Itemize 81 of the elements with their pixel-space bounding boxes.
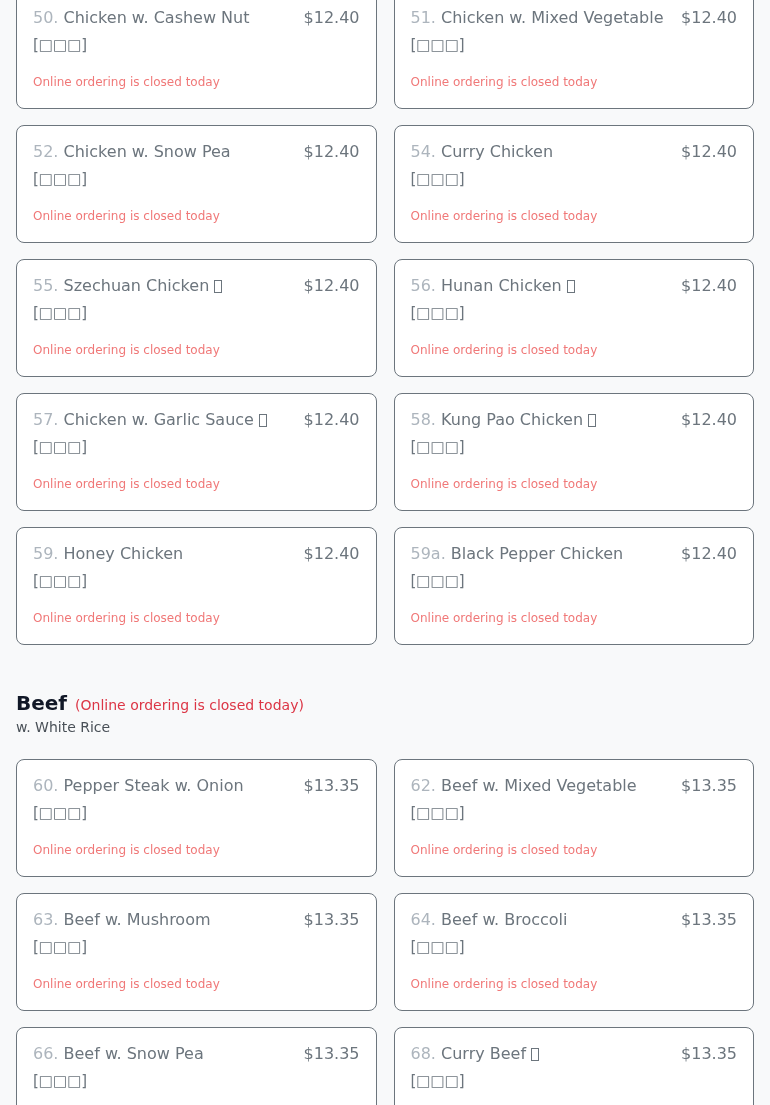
menu-item-card[interactable]: 55. Szechuan Chicken $12.40 [□□□] Online ordering is closed today [16, 259, 377, 377]
ordering-closed-note: (Online ordering is closed today) [75, 697, 304, 713]
dish-price: $13.35 [681, 776, 737, 796]
dish-name: 62. Beef w. Mixed Vegetable [410, 776, 637, 796]
menu-item-card[interactable]: 54. Curry Chicken $12.40 [□□□] Online ordering is closed today [393, 125, 754, 243]
dish-price: $12.40 [303, 544, 360, 564]
chinese-dish-name: [□□□] [410, 571, 465, 591]
menu-item-card[interactable]: 58. Kung Pao Chicken $12.40 [□□□] Online ordering is closed today [393, 393, 754, 511]
dish-name: 57. Chicken w. Garlic Sauce [33, 410, 254, 430]
dish-price: $12.40 [303, 142, 360, 162]
dish-price: $12.40 [681, 410, 737, 430]
menu-item-card[interactable]: 56. Hunan Chicken $12.40 [□□□] Online ordering is closed today [393, 259, 754, 377]
menu-item-card[interactable]: 52. Chicken w. Snow Pea $12.40 [□□□] Online ordering is closed today [16, 125, 377, 243]
dish-name: 51. Chicken w. Mixed Vegetable [410, 8, 664, 28]
ordering-closed-notice: Online ordering is closed today [33, 343, 220, 357]
chinese-dish-name: [□□□] [33, 35, 88, 55]
menu-item-card[interactable]: 50. Chicken w. Cashew Nut $12.40 [□□□] Online ordering is closed today [16, 0, 377, 109]
ordering-closed-notice: Online ordering is closed today [410, 977, 598, 991]
dish-price: $12.40 [303, 410, 360, 430]
dish-name: 56. Hunan Chicken [410, 276, 562, 296]
dish-name: 50. Chicken w. Cashew Nut [33, 8, 250, 28]
dish-name: 63. Beef w. Mushroom [33, 910, 211, 930]
menu-item-card[interactable]: 63. Beef w. Mushroom $13.35 [□□□] Online ordering is closed today [16, 893, 377, 1011]
chinese-dish-name: [□□□] [33, 303, 88, 323]
ordering-closed-notice: Online ordering is closed today [33, 75, 220, 89]
dish-name: 59. Honey Chicken [33, 544, 184, 564]
ordering-closed-notice: Online ordering is closed today [410, 343, 598, 357]
ordering-closed-notice: Online ordering is closed today [33, 209, 220, 223]
ordering-closed-notice: Online ordering is closed today [410, 75, 598, 89]
dish-name: 59a. Black Pepper Chicken [410, 544, 624, 564]
chinese-dish-name: [□□□] [33, 571, 88, 591]
dish-name: 66. Beef w. Snow Pea [33, 1044, 204, 1064]
ordering-closed-notice: Online ordering is closed today [410, 611, 598, 625]
ordering-closed-notice: Online ordering is closed today [410, 209, 598, 223]
chinese-dish-name: [□□□] [33, 437, 88, 457]
chinese-dish-name: [□□□] [33, 1071, 88, 1091]
menu-item-card[interactable]: 64. Beef w. Broccoli $13.35 [□□□] Online ordering is closed today [393, 893, 754, 1011]
dish-name: 55. Szechuan Chicken [33, 276, 210, 296]
dish-name: 52. Chicken w. Snow Pea [33, 142, 231, 162]
dish-price: $13.35 [303, 1044, 360, 1064]
dish-price: $12.40 [303, 276, 360, 296]
dish-price: $13.35 [303, 910, 360, 930]
ordering-closed-notice: Online ordering is closed today [33, 611, 220, 625]
dish-price: $13.35 [303, 776, 360, 796]
menu-item-card[interactable]: 57. Chicken w. Garlic Sauce $12.40 [□□□] Online ordering is closed today [16, 393, 377, 511]
dish-name: 54. Curry Chicken [410, 142, 553, 162]
chinese-dish-name: [□□□] [33, 937, 88, 957]
menu-item-card[interactable]: 62. Beef w. Mixed Vegetable $13.35 [□□□] Online ordering is closed today [393, 759, 754, 877]
menu-item-card[interactable]: 66. Beef w. Snow Pea $13.35 [□□□] [16, 1027, 377, 1105]
ordering-closed-notice: Online ordering is closed today [33, 477, 220, 491]
dish-price: $12.40 [681, 544, 737, 564]
chinese-dish-name: [□□□] [410, 35, 465, 55]
menu-item-card[interactable]: 68. Curry Beef $13.35 [□□□] [393, 1027, 754, 1105]
menu-item-card[interactable]: 59a. Black Pepper Chicken $12.40 [□□□] Online ordering is closed today [393, 527, 754, 645]
dish-name: 58. Kung Pao Chicken [410, 410, 584, 430]
chinese-dish-name: [□□□] [33, 169, 88, 189]
chinese-dish-name: [□□□] [410, 937, 465, 957]
section-title: Beef [16, 691, 68, 715]
ordering-closed-notice: Online ordering is closed today [410, 477, 598, 491]
chinese-dish-name: [□□□] [33, 803, 88, 823]
dish-price: $12.40 [303, 8, 360, 28]
chinese-dish-name: [□□□] [410, 303, 465, 323]
ordering-closed-notice: Online ordering is closed today [33, 977, 220, 991]
chinese-dish-name: [□□□] [410, 803, 465, 823]
section-subtitle: w. White Rice [16, 719, 112, 735]
dish-price: $13.35 [681, 910, 737, 930]
ordering-closed-notice: Online ordering is closed today [410, 843, 598, 857]
dish-price: $12.40 [681, 142, 737, 162]
dish-name: 68. Curry Beef [410, 1044, 527, 1064]
menu-item-card[interactable]: 51. Chicken w. Mixed Vegetable $12.40 [□□□] Online ordering is closed today [393, 0, 754, 109]
dish-name: 64. Beef w. Broccoli [410, 910, 568, 930]
dish-price: $13.35 [681, 1044, 737, 1064]
menu-item-card[interactable]: 59. Honey Chicken $12.40 [□□□] Online ordering is closed today [16, 527, 377, 645]
ordering-closed-notice: Online ordering is closed today [33, 843, 220, 857]
menu-item-card[interactable]: 60. Pepper Steak w. Onion $13.35 [□□□] Online ordering is closed today [16, 759, 377, 877]
dish-price: $12.40 [681, 8, 737, 28]
dish-name: 60. Pepper Steak w. Onion [33, 776, 244, 796]
dish-price: $12.40 [681, 276, 737, 296]
chinese-dish-name: [□□□] [410, 437, 465, 457]
chinese-dish-name: [□□□] [410, 169, 465, 189]
chinese-dish-name: [□□□] [410, 1071, 465, 1091]
